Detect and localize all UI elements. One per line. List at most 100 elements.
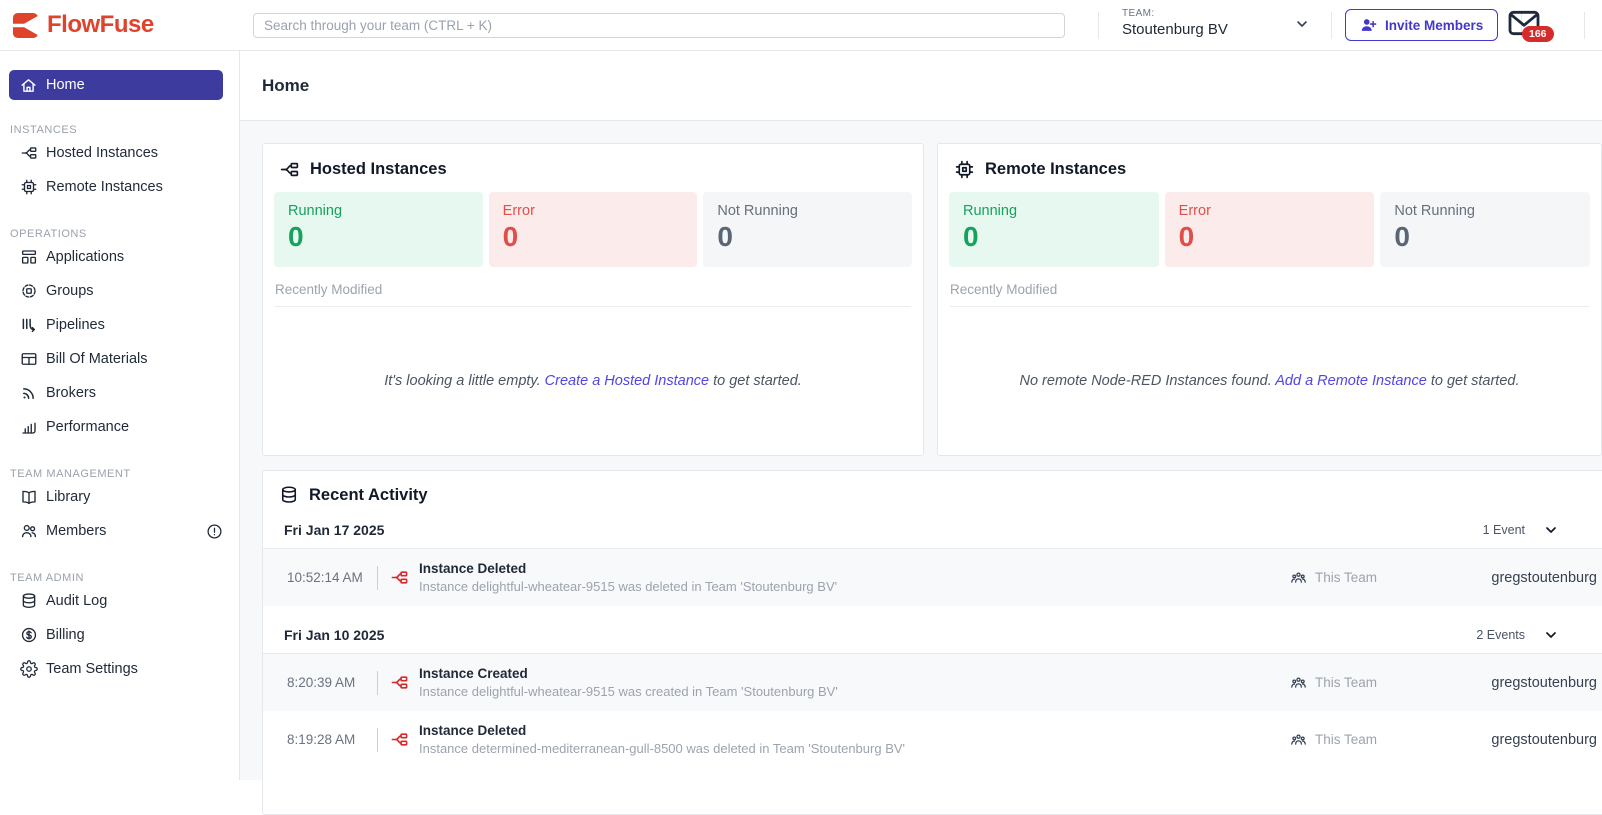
remote-instances-icon [954, 159, 975, 180]
sidebar-item-brokers[interactable]: Brokers [0, 376, 239, 410]
sidebar-section-team-admin: TEAM ADMIN [10, 572, 84, 584]
remote-instances-card: Remote Instances Running 0 Error 0 Not R… [937, 143, 1602, 456]
search-input[interactable] [253, 13, 1065, 38]
sidebar: Home INSTANCES Hosted Instances Remote I… [0, 51, 240, 780]
main-area: Home Hosted Instances Running 0 Error 0 … [240, 51, 1602, 815]
team-name: Stoutenburg BV [1122, 21, 1228, 38]
remote-instances-icon [20, 178, 38, 196]
hosted-instances-icon [279, 159, 300, 180]
sidebar-item-members[interactable]: Members [0, 514, 239, 548]
stat-label: Running [288, 203, 343, 219]
recently-modified-label: Recently Modified [275, 282, 911, 307]
sidebar-item-hosted-instances[interactable]: Hosted Instances [0, 136, 239, 170]
pipelines-icon [20, 316, 38, 334]
sidebar-item-home[interactable]: Home [9, 70, 223, 100]
event-scope: This Team [1314, 570, 1377, 585]
add-remote-instance-link[interactable]: Add a Remote Instance [1275, 373, 1427, 389]
remote-empty-state: No remote Node-RED Instances found. Add … [1019, 373, 1520, 389]
team-selector[interactable]: TEAM: Stoutenburg BV [1122, 8, 1228, 38]
sidebar-item-pipelines[interactable]: Pipelines [0, 308, 239, 342]
sidebar-item-bill-of-materials[interactable]: Bill Of Materials [0, 342, 239, 376]
card-title: Recent Activity [309, 485, 428, 504]
sidebar-item-billing[interactable]: Billing [0, 618, 239, 652]
recently-modified-label: Recently Modified [950, 282, 1589, 307]
stat-tile-not-running: Not Running 0 [703, 192, 913, 267]
stat-tile-running: Running 0 [274, 192, 483, 267]
stat-label: Not Running [717, 203, 798, 219]
billing-icon [20, 626, 38, 644]
hosted-instances-icon [20, 144, 38, 162]
card-title: Hosted Instances [310, 160, 447, 178]
topbar-divider [1331, 12, 1332, 39]
sidebar-item-team-settings[interactable]: Team Settings [0, 652, 239, 686]
topbar-divider [1584, 12, 1585, 39]
stat-value: 0 [1394, 221, 1410, 252]
groups-icon [20, 282, 38, 300]
sidebar-item-audit-log[interactable]: Audit Log [0, 584, 239, 618]
user-plus-icon [1360, 17, 1377, 34]
sidebar-item-label: Hosted Instances [46, 145, 159, 161]
chevron-down-icon[interactable] [1543, 522, 1559, 538]
event-user: gregstoutenburg [1491, 731, 1597, 748]
sidebar-item-library[interactable]: Library [0, 480, 239, 514]
invite-members-button[interactable]: Invite Members [1345, 9, 1499, 41]
event-description: Instance determined-mediterranean-gull-8… [419, 741, 906, 756]
sidebar-section-team-management: TEAM MANAGEMENT [10, 468, 131, 480]
invite-members-label: Invite Members [1385, 17, 1484, 33]
sidebar-item-performance[interactable]: Performance [0, 410, 239, 444]
divider [377, 727, 378, 752]
top-bar: FlowFuse TEAM: Stoutenburg BV Invite Mem… [0, 0, 1602, 51]
stat-value: 0 [288, 221, 304, 252]
activity-row[interactable]: 8:20:39 AM Instance Created Instance del… [263, 654, 1602, 711]
sidebar-item-remote-instances[interactable]: Remote Instances [0, 170, 239, 204]
event-title: Instance Created [419, 666, 528, 681]
team-label: TEAM: [1122, 8, 1155, 19]
event-count: 2 Events [1476, 628, 1525, 642]
event-scope: This Team [1314, 675, 1377, 690]
stat-value: 0 [502, 221, 519, 252]
sidebar-item-label: Applications [46, 249, 125, 265]
hosted-empty-state: It's looking a little empty. Create a Ho… [384, 373, 802, 389]
hosted-instance-event-icon [390, 673, 409, 692]
sidebar-section-operations: OPERATIONS [10, 228, 87, 240]
activity-group-header: Fri Jan 10 2025 2 Events [263, 606, 1602, 653]
sidebar-item-label: Home [46, 77, 85, 93]
sidebar-item-label: Library [46, 489, 91, 505]
stat-label: Error [1178, 203, 1211, 219]
activity-date: Fri Jan 10 2025 [284, 627, 385, 643]
library-icon [20, 488, 38, 506]
hosted-instances-card: Hosted Instances Running 0 Error 0 Not R… [262, 143, 924, 456]
stat-tile-running: Running 0 [949, 192, 1159, 267]
event-count: 1 Event [1482, 523, 1525, 537]
bill-of-materials-icon [20, 350, 38, 368]
event-title: Instance Deleted [419, 561, 527, 576]
sidebar-item-label: Audit Log [46, 593, 108, 609]
database-icon [279, 485, 299, 505]
activity-row[interactable]: 10:52:14 AM Instance Deleted Instance de… [263, 549, 1602, 606]
applications-icon [20, 248, 38, 266]
activity-date: Fri Jan 17 2025 [284, 522, 385, 538]
members-alert-icon [206, 523, 223, 540]
notifications-mail-icon[interactable]: 166 [1508, 10, 1554, 44]
divider [377, 565, 378, 590]
flowfuse-logo[interactable]: FlowFuse [12, 11, 154, 39]
topbar-divider [1098, 12, 1099, 39]
sidebar-item-applications[interactable]: Applications [0, 240, 239, 274]
hosted-instance-event-icon [390, 730, 409, 749]
activity-row[interactable]: 8:19:28 AM Instance Deleted Instance det… [263, 711, 1602, 768]
team-people-icon [1290, 569, 1307, 586]
create-hosted-instance-link[interactable]: Create a Hosted Instance [545, 373, 709, 389]
event-time: 8:19:28 AM [287, 732, 356, 747]
team-settings-icon [20, 660, 38, 678]
chevron-down-icon[interactable] [1294, 16, 1310, 32]
sidebar-item-label: Remote Instances [46, 179, 163, 195]
divider [377, 670, 378, 695]
event-title: Instance Deleted [419, 723, 527, 738]
event-user: gregstoutenburg [1491, 674, 1597, 691]
sidebar-item-label: Billing [46, 627, 85, 643]
team-people-icon [1290, 674, 1307, 691]
chevron-down-icon[interactable] [1543, 627, 1559, 643]
sidebar-item-groups[interactable]: Groups [0, 274, 239, 308]
event-description: Instance delightful-wheatear-9515 was de… [419, 579, 838, 594]
event-time: 8:20:39 AM [287, 675, 356, 690]
